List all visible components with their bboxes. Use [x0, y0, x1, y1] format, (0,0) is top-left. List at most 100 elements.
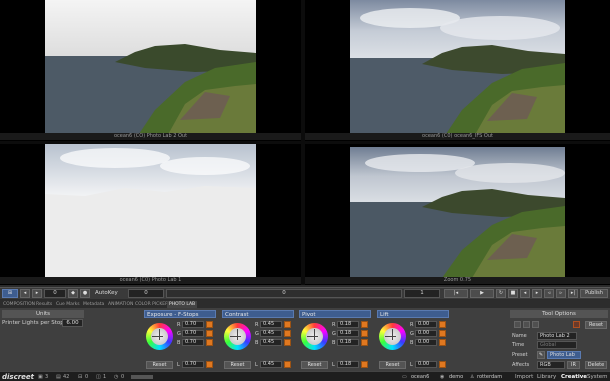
hand-icon[interactable]	[532, 321, 539, 328]
lift-l-field[interactable]: 0.00	[415, 361, 437, 368]
arrow-icon[interactable]	[514, 321, 521, 328]
preset-menu-icon[interactable]: ✎	[537, 351, 545, 359]
slider-handle[interactable]	[439, 339, 446, 346]
tool-options-reset-button[interactable]: Reset	[585, 321, 607, 329]
stop-button[interactable]: ■	[508, 289, 518, 298]
pivot-r-field[interactable]: 0.18	[337, 321, 359, 328]
viewport-image	[350, 0, 565, 140]
timeline-scrubber[interactable]: 0	[166, 289, 402, 298]
tab-composition[interactable]: COMPOSITION	[3, 301, 35, 308]
pivot-g-field[interactable]: 0.18	[337, 330, 359, 337]
tab-cue-marks[interactable]: Cue Marks	[56, 301, 80, 308]
ir-button[interactable]: IR	[567, 361, 580, 369]
pivot-l-field[interactable]: 0.18	[337, 361, 359, 368]
exposure-r-field[interactable]: 0.70	[182, 321, 204, 328]
row-label: R	[177, 322, 181, 328]
slider-handle[interactable]	[284, 330, 291, 337]
viewport-caption: ocean6 (C0) ocean6_IFS Out	[305, 133, 610, 140]
slider-handle[interactable]	[439, 330, 446, 337]
row-label: L	[332, 362, 335, 368]
tab-metadata[interactable]: Metadata	[83, 301, 104, 308]
slider-handle[interactable]	[206, 361, 213, 368]
slider-handle[interactable]	[206, 321, 213, 328]
layout-toggle-button[interactable]: ⊞	[2, 289, 18, 298]
clock-icon: ◷	[114, 374, 119, 380]
time-field[interactable]: Global	[537, 341, 577, 349]
key-toggle-button[interactable]: ◆	[68, 289, 78, 298]
exposure-b-field[interactable]: 0.70	[182, 339, 204, 346]
frame-icon: ◫	[96, 374, 101, 380]
preset-field[interactable]: Photo Lab	[547, 351, 581, 359]
slider-handle[interactable]	[361, 330, 368, 337]
exposure-l-field[interactable]: 0.70	[182, 361, 204, 368]
name-label: Name	[512, 333, 527, 339]
viewport-top-right[interactable]: ocean6 (C0) ocean6_IFS Out	[305, 0, 610, 141]
viewport-bottom-right[interactable]: Zoom 0.75	[305, 144, 610, 285]
loop-button[interactable]: ↻	[496, 289, 506, 298]
end-frame-field[interactable]: 1	[404, 289, 440, 298]
next-frame-button[interactable]: ▹	[556, 289, 566, 298]
slider-handle[interactable]	[206, 330, 213, 337]
lift-reset-button[interactable]: Reset	[379, 361, 406, 369]
count-d: 1	[103, 374, 107, 380]
contrast-reset-button[interactable]: Reset	[224, 361, 251, 369]
frame-forward-button[interactable]: ▸	[32, 289, 42, 298]
prev-frame-button[interactable]: ◃	[544, 289, 554, 298]
play-button[interactable]: ▶	[470, 289, 494, 298]
slider-handle[interactable]	[361, 321, 368, 328]
nav-import[interactable]: Import	[515, 374, 533, 380]
status-bar: discreet ▣ 3 ▤ 42 ⊟ 0 ◫ 1 ◷ 0 ▭ ocean6 ◉…	[0, 371, 610, 381]
contrast-g-field[interactable]: 0.45	[260, 330, 282, 337]
row-label: R	[332, 322, 336, 328]
publish-button[interactable]: Publish	[580, 289, 608, 298]
slider-handle[interactable]	[206, 339, 213, 346]
viewport-top-left[interactable]: ocean6 (CO) Photo Lab 2 Out	[0, 0, 301, 141]
tab-color-picker[interactable]: COLOR PICKER	[135, 301, 168, 308]
lift-g-field[interactable]: 0.00	[415, 330, 437, 337]
nav-creative[interactable]: Creative	[561, 374, 587, 380]
slider-handle[interactable]	[361, 339, 368, 346]
exposure-reset-button[interactable]: Reset	[146, 361, 173, 369]
count-a: 3	[45, 374, 49, 380]
slider-handle[interactable]	[284, 361, 291, 368]
jump-end-button[interactable]: ▸|	[568, 289, 578, 298]
slider-handle[interactable]	[284, 321, 291, 328]
contrast-l-field[interactable]: 0.45	[260, 361, 282, 368]
next-key-button[interactable]: ▸	[532, 289, 542, 298]
delete-button[interactable]: Delete	[585, 361, 607, 369]
contrast-r-field[interactable]: 0.45	[260, 321, 282, 328]
autokey-label[interactable]: AutoKey	[95, 290, 118, 296]
tab-results[interactable]: Results	[36, 301, 52, 308]
slider-handle[interactable]	[439, 321, 446, 328]
tab-photo-lab[interactable]: PHOTO LAB	[167, 301, 198, 308]
viewport-bottom-left[interactable]: ocean6 (C0) Photo Lab 1	[0, 144, 301, 285]
clip-icon: ▣	[38, 374, 43, 380]
clip-name: ocean6	[411, 374, 430, 380]
exposure-g-field[interactable]: 0.70	[182, 330, 204, 337]
frame-start-field[interactable]: 0	[44, 289, 66, 298]
lift-r-field[interactable]: 0.00	[415, 321, 437, 328]
slider-handle[interactable]	[284, 339, 291, 346]
prev-key-button[interactable]: ◂	[520, 289, 530, 298]
nav-library[interactable]: Library	[537, 374, 556, 380]
record-icon[interactable]	[573, 321, 580, 328]
contrast-header: Contrast	[222, 310, 294, 318]
exposure-group: Exposure - F-Stops R 0.70 G 0.70 B 0.70 …	[144, 310, 216, 370]
lift-b-field[interactable]: 0.00	[415, 339, 437, 346]
current-frame-field[interactable]: 0	[128, 289, 164, 298]
zoom-icon[interactable]	[523, 321, 530, 328]
row-label: G	[255, 331, 259, 337]
contrast-b-field[interactable]: 0.45	[260, 339, 282, 346]
printer-lights-field[interactable]: 6.00	[62, 319, 83, 327]
pivot-reset-button[interactable]: Reset	[301, 361, 328, 369]
affects-field[interactable]: RGB	[537, 361, 565, 369]
pivot-b-field[interactable]: 0.18	[337, 339, 359, 346]
set-key-button[interactable]: ●	[80, 289, 90, 298]
jump-start-button[interactable]: |◂	[444, 289, 468, 298]
frame-back-button[interactable]: ◂	[20, 289, 30, 298]
tab-animation[interactable]: ANIMATION	[108, 301, 133, 308]
slider-handle[interactable]	[439, 361, 446, 368]
nav-system[interactable]: System	[587, 374, 608, 380]
name-field[interactable]: Photo Lab 2	[537, 332, 577, 340]
slider-handle[interactable]	[361, 361, 368, 368]
